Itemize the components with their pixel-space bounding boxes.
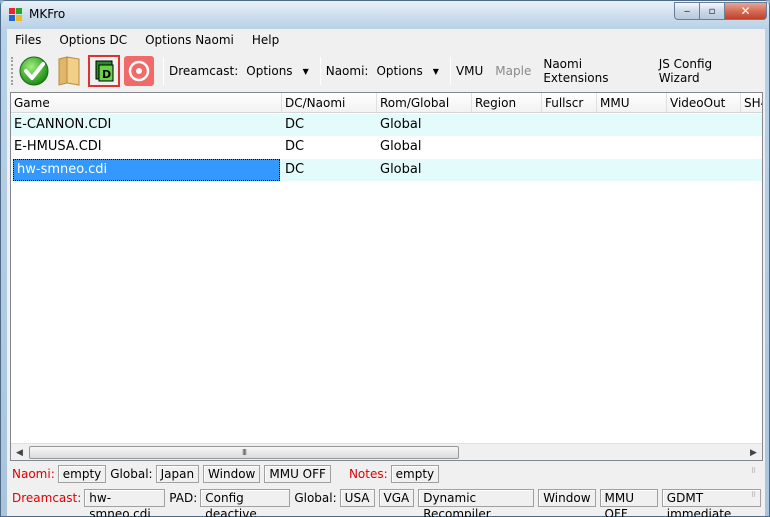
toolbar: D Dreamcast: Options ▼ Naomi: Options ▼ bbox=[7, 52, 765, 90]
cell-game[interactable]: hw-smneo.cdi bbox=[13, 159, 280, 181]
dc-global-label: Global: bbox=[294, 491, 337, 505]
column-header-dc-naomi[interactable]: DC/Naomi bbox=[282, 93, 377, 112]
column-header-fullscr[interactable]: Fullscr bbox=[542, 93, 597, 112]
cell-rom[interactable]: Global bbox=[377, 114, 472, 136]
table-row[interactable]: E-HMUSA.CDI DC Global bbox=[11, 136, 762, 158]
pad-label: PAD: bbox=[169, 491, 198, 505]
dreamcast-status-bar: Dreamcast: hw-smneo.cdi PAD: Config deac… bbox=[7, 487, 765, 517]
dreamcast-options-label: Options bbox=[246, 64, 293, 78]
dc-video-value: VGA bbox=[378, 489, 415, 507]
check-icon[interactable] bbox=[18, 55, 50, 87]
naomi-status-label: Naomi: bbox=[12, 467, 55, 481]
naomi-game-value: empty bbox=[57, 465, 107, 483]
menu-options-naomi[interactable]: Options Naomi bbox=[136, 33, 243, 47]
cell-game[interactable]: E-HMUSA.CDI bbox=[11, 136, 282, 158]
naomi-mmu-value: MMU OFF bbox=[264, 465, 331, 483]
naomi-label: Naomi: bbox=[325, 64, 369, 78]
grid-header: Game DC/Naomi Rom/Global Region Fullscr … bbox=[11, 93, 762, 113]
resize-grip-icon[interactable]: ⠿ bbox=[751, 492, 761, 503]
naomi-screen-value: Window bbox=[203, 465, 261, 483]
menu-files[interactable]: Files bbox=[7, 33, 50, 47]
client-area: Files Options DC Options Naomi Help D Dr… bbox=[7, 29, 765, 517]
horizontal-scrollbar[interactable]: ◀ III ▶ bbox=[11, 443, 762, 460]
cell-rom[interactable]: Global bbox=[377, 159, 472, 181]
chevron-down-icon: ▼ bbox=[432, 66, 439, 76]
notes-value: empty bbox=[390, 465, 440, 483]
column-header-mmu[interactable]: MMU bbox=[597, 93, 667, 112]
js-config-wizard-button[interactable]: JS Config Wizard bbox=[659, 57, 753, 85]
maximize-button[interactable]: ▫ bbox=[699, 2, 725, 20]
menu-bar: Files Options DC Options Naomi Help bbox=[7, 29, 765, 51]
column-header-videoout[interactable]: VideoOut bbox=[667, 93, 741, 112]
cell-type[interactable]: DC bbox=[282, 114, 377, 136]
menu-options-dc[interactable]: Options DC bbox=[50, 33, 136, 47]
title-bar[interactable]: MKFro ‒ ▫ ✕ bbox=[1, 1, 769, 29]
toolbar-separator bbox=[162, 57, 164, 85]
dreamcast-game-value: hw-smneo.cdi bbox=[84, 489, 166, 517]
cell-game[interactable]: E-CANNON.CDI bbox=[11, 114, 282, 136]
app-icon bbox=[9, 8, 23, 22]
dreamcast-label: Dreamcast: bbox=[168, 64, 239, 78]
dc-region-value: USA bbox=[339, 489, 375, 507]
dc-gdmt-value: GDMT immediate bbox=[661, 489, 762, 517]
naomi-options-label: Options bbox=[376, 64, 423, 78]
folder-icon[interactable] bbox=[53, 55, 85, 87]
column-header-game[interactable]: Game bbox=[11, 93, 282, 112]
toolbar-separator bbox=[319, 57, 321, 85]
dc-recompiler-value: Dynamic Recompiler bbox=[418, 489, 535, 517]
svg-text:D: D bbox=[102, 68, 111, 81]
maple-button[interactable]: Maple bbox=[495, 64, 531, 78]
vmu-button[interactable]: VMU bbox=[456, 64, 483, 78]
column-header-region[interactable]: Region bbox=[472, 93, 542, 112]
pad-value: Config deactive bbox=[200, 489, 291, 517]
cell-type[interactable]: DC bbox=[282, 136, 377, 158]
dc-screen-value: Window bbox=[538, 489, 596, 507]
resize-grip-icon[interactable]: ⠿ bbox=[751, 468, 761, 479]
disc-icon[interactable]: D bbox=[87, 55, 120, 87]
naomi-region-value: Japan bbox=[155, 465, 200, 483]
dc-mmu-value: MMU OFF bbox=[599, 489, 658, 517]
naomi-status-bar: Naomi: empty Global: Japan Window MMU OF… bbox=[7, 463, 765, 485]
window-title: MKFro bbox=[29, 7, 66, 21]
dreamcast-options-dropdown[interactable]: Options ▼ bbox=[246, 64, 308, 78]
app-window: MKFro ‒ ▫ ✕ Files Options DC Options Nao… bbox=[0, 0, 770, 517]
naomi-options-dropdown[interactable]: Options ▼ bbox=[376, 64, 438, 78]
table-row-selected[interactable]: hw-smneo.cdi DC Global bbox=[11, 159, 762, 181]
toolbar-separator bbox=[449, 57, 451, 85]
games-grid[interactable]: Game DC/Naomi Rom/Global Region Fullscr … bbox=[10, 92, 763, 461]
column-header-rom-global[interactable]: Rom/Global bbox=[377, 93, 472, 112]
naomi-extensions-button[interactable]: Naomi Extensions bbox=[543, 57, 646, 85]
dreamcast-status-label: Dreamcast: bbox=[12, 491, 82, 505]
close-button[interactable]: ✕ bbox=[724, 2, 767, 20]
cell-rom[interactable]: Global bbox=[377, 136, 472, 158]
menu-help[interactable]: Help bbox=[243, 33, 288, 47]
scroll-right-icon[interactable]: ▶ bbox=[745, 444, 762, 461]
table-row[interactable]: E-CANNON.CDI DC Global bbox=[11, 114, 762, 136]
power-icon[interactable] bbox=[123, 55, 155, 87]
column-header-sh4[interactable]: SH4 bbox=[741, 93, 762, 112]
minimize-button[interactable]: ‒ bbox=[674, 2, 700, 20]
scrollbar-thumb[interactable]: III bbox=[29, 446, 459, 459]
toolbar-grip[interactable] bbox=[11, 57, 14, 85]
cell-type[interactable]: DC bbox=[282, 159, 377, 181]
notes-label: Notes: bbox=[348, 467, 388, 481]
scroll-left-icon[interactable]: ◀ bbox=[11, 444, 28, 461]
chevron-down-icon: ▼ bbox=[302, 66, 309, 76]
naomi-global-label: Global: bbox=[110, 467, 153, 481]
